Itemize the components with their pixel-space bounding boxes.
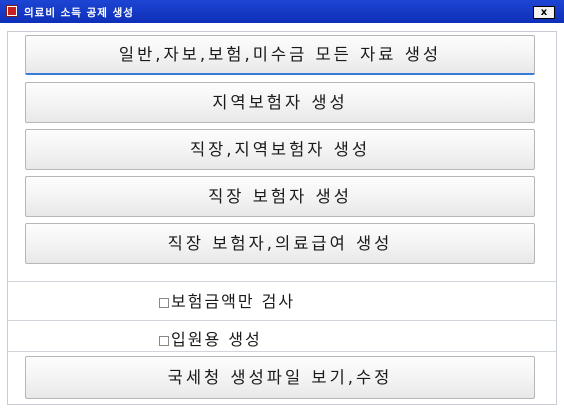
title-bar[interactable]: 의료비 소득 공제 생성 x [0, 0, 564, 23]
window-title: 의료비 소득 공제 생성 [24, 7, 134, 19]
view-edit-nts-file-button[interactable]: 국세청 생성파일 보기,수정 [25, 356, 535, 399]
generate-workplace-medical-aid-button[interactable]: 직장 보험자,의료급여 생성 [25, 223, 535, 264]
generate-all-data-button[interactable]: 일반,자보,보험,미수금 모든 자료 생성 [25, 35, 535, 75]
close-button[interactable]: x [533, 6, 555, 19]
inpatient-checkbox[interactable] [159, 336, 169, 346]
insurance-amount-only-checkbox[interactable] [159, 298, 169, 308]
inpatient-label: 입원용 생성 [171, 330, 262, 349]
insurance-amount-only-label: 보험금액만 검사 [171, 292, 296, 311]
divider [8, 281, 556, 282]
divider [8, 320, 556, 321]
app-icon [6, 5, 18, 17]
generate-regional-insured-button[interactable]: 지역보험자 생성 [25, 82, 535, 123]
generate-workplace-regional-button[interactable]: 직장,지역보험자 생성 [25, 129, 535, 170]
divider [8, 351, 556, 352]
insurance-amount-only-option[interactable]: 보험금액만 검사 [159, 288, 295, 312]
generate-workplace-insured-button[interactable]: 직장 보험자 생성 [25, 176, 535, 217]
inpatient-option[interactable]: 입원용 생성 [159, 326, 262, 350]
